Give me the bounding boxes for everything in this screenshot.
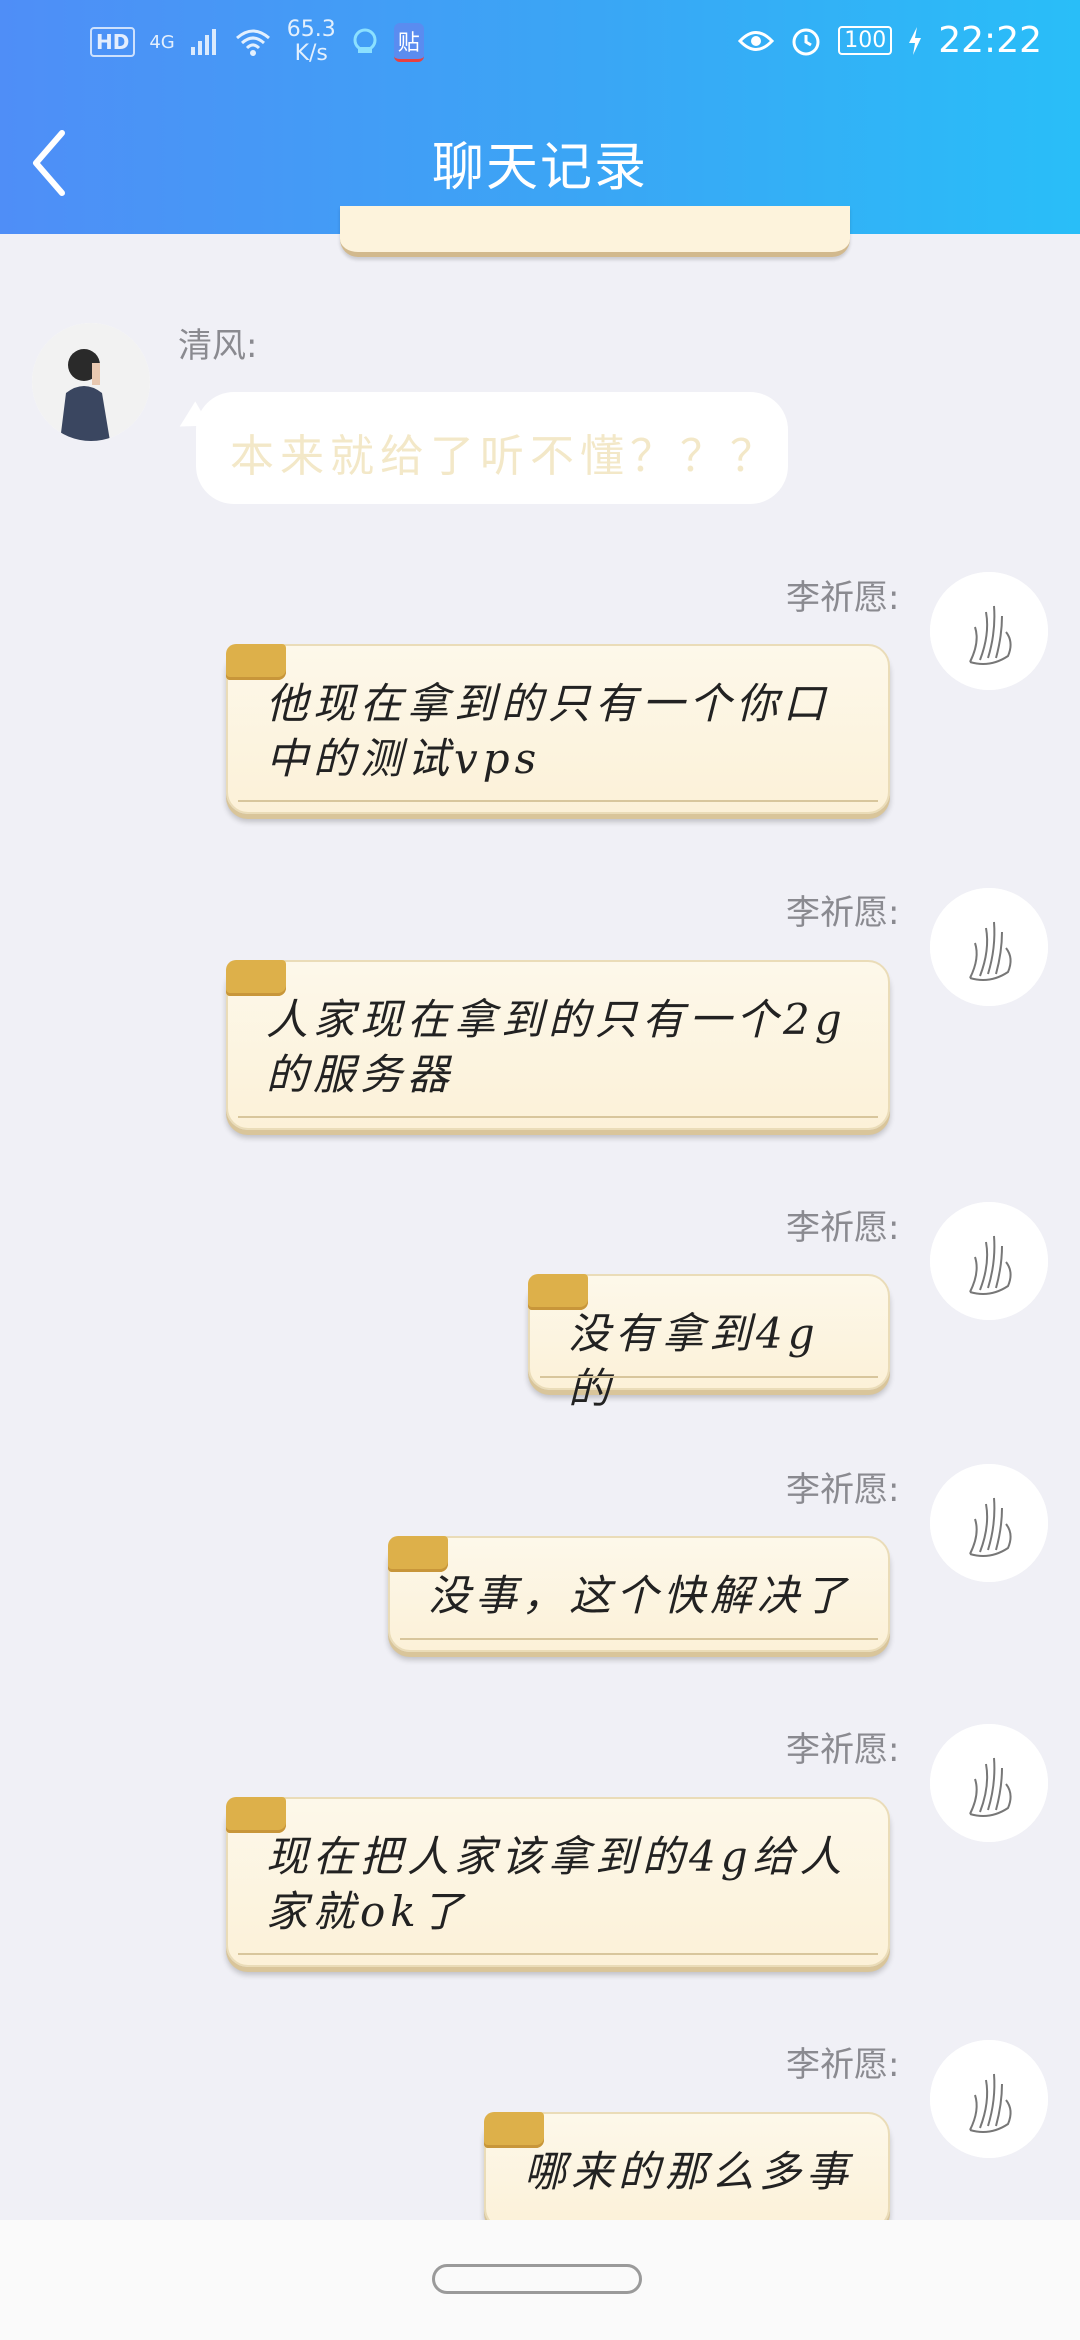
message-bubble[interactable]: 没事，这个快解决了 [388, 1536, 890, 1652]
hd-badge: HD [90, 27, 136, 57]
clock-time: 22:22 [938, 20, 1042, 61]
message-bubble[interactable]: 没有拿到4g的 [528, 1274, 890, 1413]
sender-name: 清风: [178, 326, 258, 366]
avatar-liqiyuan[interactable] [930, 572, 1048, 690]
gesture-bar [0, 2220, 1080, 2340]
previous-message-fragment [340, 206, 850, 257]
bubble-tab [226, 960, 286, 996]
app-icon [353, 28, 377, 53]
hand-sketch-icon [930, 888, 1048, 1006]
charging-icon [909, 26, 922, 55]
avatar-qingfeng[interactable] [32, 323, 150, 441]
message-text: 人家现在拿到的只有一个2g的服务器 [266, 995, 847, 1099]
avatar-liqiyuan[interactable] [930, 888, 1048, 1006]
speed-unit: K/s [294, 41, 328, 66]
bubble-divider [238, 1116, 878, 1118]
message-bubble[interactable]: 人家现在拿到的只有一个2g的服务器 [226, 960, 890, 1130]
eye-icon [738, 30, 775, 51]
alarm-icon [792, 28, 820, 55]
bubble-divider [238, 800, 878, 802]
hand-sketch-icon [930, 2040, 1048, 2158]
bubble-tab [388, 1536, 448, 1572]
avatar-liqiyuan[interactable] [930, 1724, 1048, 1842]
sender-name: 李祈愿: [786, 893, 900, 933]
home-indicator[interactable] [432, 2264, 642, 2294]
avatar-liqiyuan[interactable] [930, 2040, 1048, 2158]
page-title: 聊天记录 [431, 138, 648, 198]
hand-sketch-icon [930, 1724, 1048, 1842]
avatar-liqiyuan[interactable] [930, 1464, 1048, 1582]
signal-icon [190, 29, 216, 55]
message-text: 本来就给了听不懂？？？ [230, 431, 780, 482]
battery-indicator: 100 [838, 26, 893, 55]
sender-name: 李祈愿: [786, 1470, 900, 1510]
message-text: 现在把人家该拿到的4g给人家就ok了 [266, 1832, 847, 1936]
bubble-divider [238, 1953, 878, 1955]
bubble-tab [484, 2112, 544, 2148]
app-badge: 贴 [393, 22, 424, 62]
bubble-tab [226, 1797, 286, 1833]
message-bubble[interactable]: 现在把人家该拿到的4g给人家就ok了 [226, 1797, 890, 1967]
message-text: 没有拿到4g的 [568, 1309, 820, 1413]
message-bubble[interactable]: 本来就给了听不懂？？？ [172, 392, 788, 504]
message-text: 没事，这个快解决了 [428, 1571, 852, 1620]
bubble-tab [528, 1274, 588, 1310]
bubble-tab [226, 644, 286, 680]
hand-sketch-icon [930, 1464, 1048, 1582]
status-bar: HD 4G 65.3 K/s 贴 100 22:22 [0, 0, 1080, 85]
hand-sketch-icon [930, 1202, 1048, 1320]
bubble-divider [400, 1638, 878, 1640]
message-text: 他现在拿到的只有一个你口中的测试vps [266, 679, 831, 783]
message-text: 哪来的那么多事 [524, 2147, 854, 2196]
speed-value: 65.3 [286, 17, 336, 42]
bubble-tail [172, 401, 210, 439]
avatar-liqiyuan[interactable] [930, 1202, 1048, 1320]
message-bubble[interactable]: 他现在拿到的只有一个你口中的测试vps [226, 644, 890, 814]
hand-sketch-icon [930, 572, 1048, 690]
sender-name: 李祈愿: [786, 2045, 900, 2085]
sender-name: 李祈愿: [786, 1730, 900, 1770]
person-photo-icon [32, 323, 150, 441]
message-bubble[interactable]: 哪来的那么多事 [484, 2112, 890, 2230]
network-speed: 65.3 K/s [287, 18, 336, 66]
network-type: 4G [149, 31, 175, 53]
sender-name: 李祈愿: [786, 578, 900, 618]
wifi-icon [235, 29, 270, 56]
top-bar: HD 4G 65.3 K/s 贴 100 22:22 聊天记录 [0, 0, 1080, 234]
sender-name: 李祈愿: [786, 1208, 900, 1248]
bubble-divider [540, 1376, 878, 1378]
